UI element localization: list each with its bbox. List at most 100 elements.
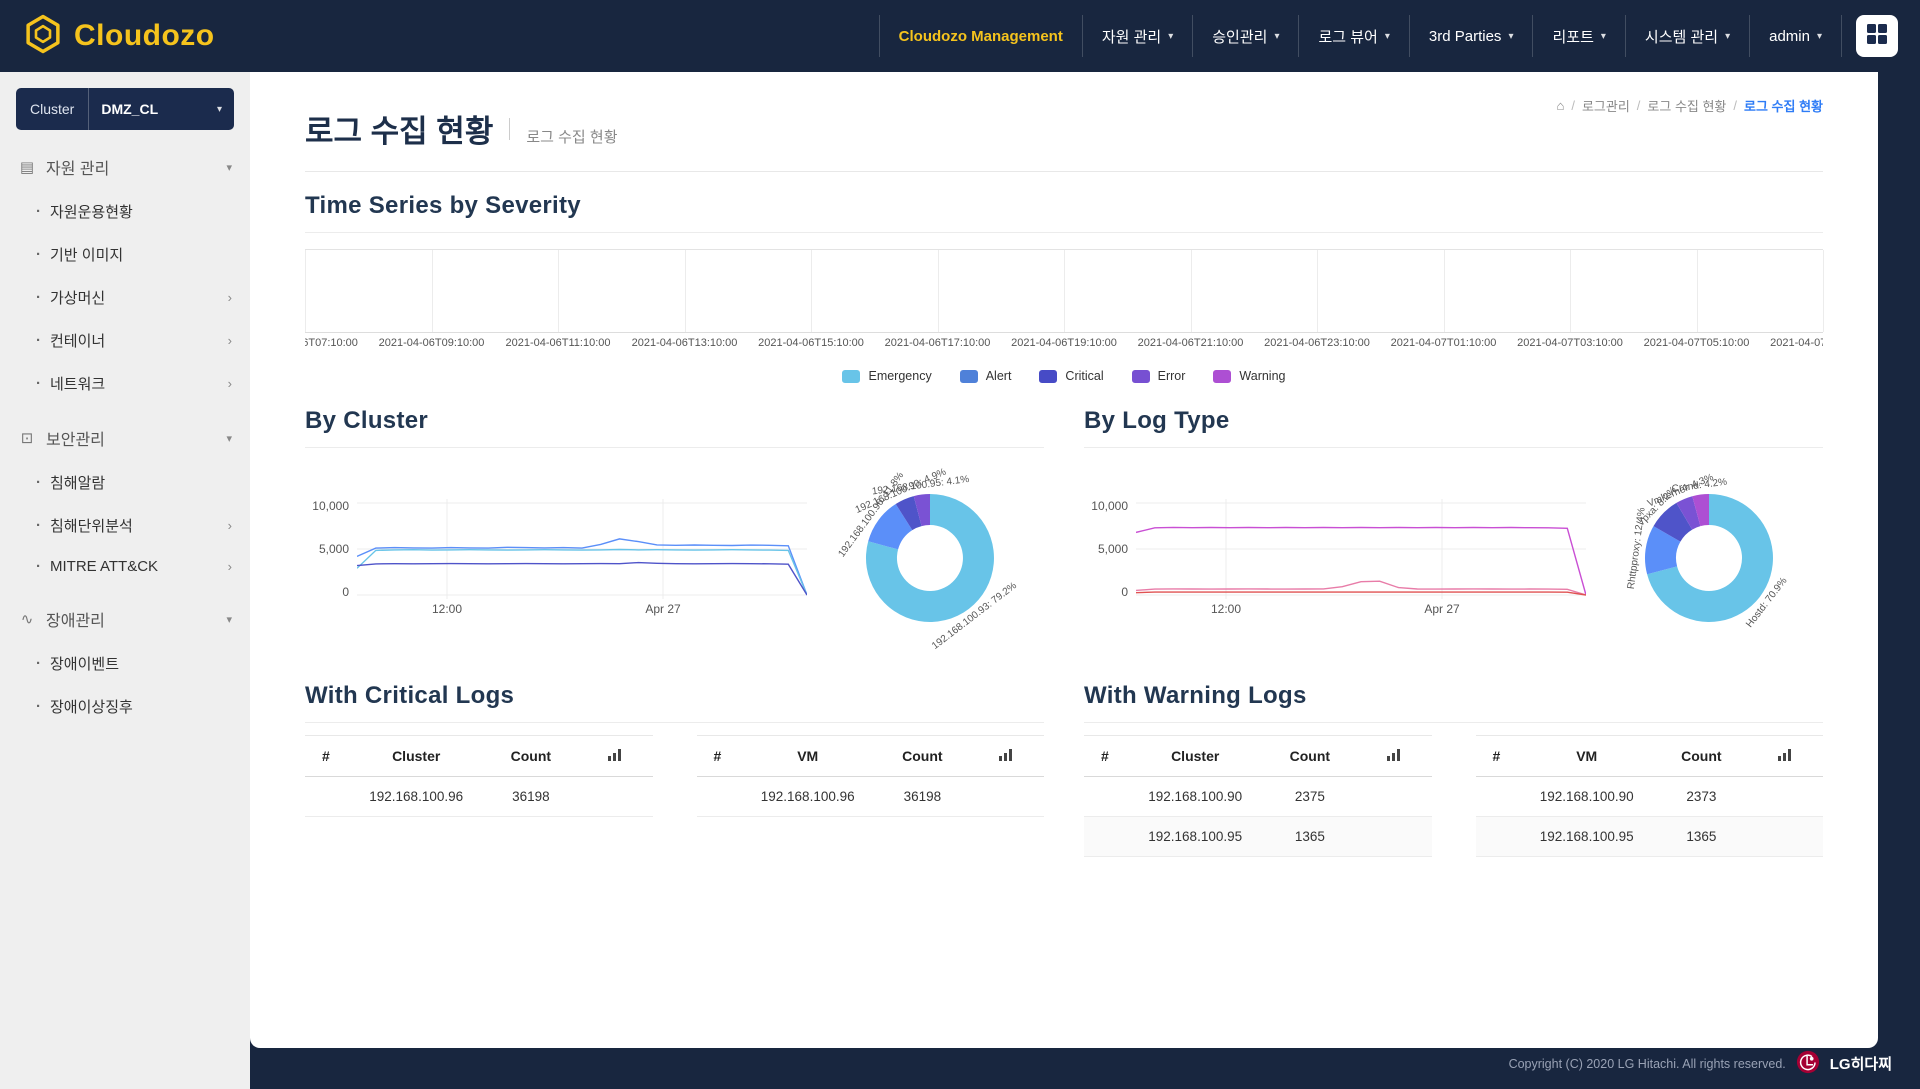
sidebar-item[interactable]: ·MITRE ATT&CK›	[0, 547, 250, 586]
sidebar-item[interactable]: ·기반 이미지	[0, 233, 250, 276]
table-cell: 1365	[1656, 817, 1746, 857]
sidebar-section-header[interactable]: ∿장애관리▾	[0, 596, 250, 642]
home-icon[interactable]: ⌂	[1556, 98, 1564, 113]
legend-swatch	[1213, 370, 1231, 383]
table-header-chart	[968, 736, 1044, 777]
bar-chart-icon[interactable]	[608, 749, 621, 761]
table-cell: 2375	[1265, 777, 1355, 817]
x-axis-labels: 12:00Apr 27	[1136, 599, 1586, 617]
gridline	[558, 250, 559, 332]
y-axis-tick: 5,000	[319, 542, 349, 556]
legend-item[interactable]: Error	[1132, 369, 1186, 383]
sidebar-section-header[interactable]: ⊡보안관리▾	[0, 415, 250, 461]
layers-icon: ▤	[18, 158, 36, 176]
x-axis-label: 2021-04-07T03:10:00	[1517, 337, 1623, 349]
table-header: Count	[1656, 736, 1746, 777]
nav-item-label: 자원 관리	[1102, 26, 1161, 47]
x-axis-label: 2021-04-06T21:10:00	[1138, 337, 1244, 349]
table-cell	[1084, 817, 1126, 857]
y-axis-tick: 10,000	[312, 499, 349, 513]
table-header: #	[305, 736, 347, 777]
table-header-chart	[1747, 736, 1823, 777]
cluster-line-svg	[357, 499, 807, 599]
apps-grid-icon	[1866, 23, 1888, 50]
table-cell: 1365	[1265, 817, 1355, 857]
x-axis-tick: 12:00	[432, 602, 462, 616]
nav-item[interactable]: 자원 관리▾	[1082, 15, 1192, 57]
nav-item[interactable]: 승인관리▾	[1192, 15, 1298, 57]
nav-item-label: 승인관리	[1212, 26, 1267, 47]
x-axis-label: 2021-04-06T11:10:00	[506, 337, 611, 349]
timeseries-section: Time Series by Severity 2021-04-06T07:10…	[305, 172, 1823, 383]
bar-chart-icon[interactable]	[1387, 749, 1400, 761]
nav-item[interactable]: 리포트▾	[1532, 15, 1624, 57]
breadcrumb-item[interactable]: 로그 수집 현황	[1744, 96, 1823, 115]
table-header: #	[697, 736, 739, 777]
sidebar-item-label: 장애이벤트	[50, 653, 119, 674]
bar-chart-icon[interactable]	[1778, 749, 1791, 761]
scan-icon: ⊡	[18, 429, 36, 447]
table-cell: 192.168.100.96	[738, 777, 877, 817]
table-cell: 192.168.100.90	[1126, 777, 1265, 817]
sidebar-item[interactable]: ·네트워크›	[0, 362, 250, 405]
title-divider	[509, 118, 510, 140]
x-axis-label: 2021-04-06T19:10:00	[1011, 337, 1117, 349]
nav-item[interactable]: Cloudozo Management	[879, 15, 1082, 57]
legend-swatch	[1039, 370, 1057, 383]
chevron-down-icon: ▾	[1508, 31, 1513, 42]
cluster-selector: Cluster DMZ_CL ▾	[16, 88, 234, 130]
nav-item[interactable]: admin▾	[1749, 15, 1842, 57]
legend-item[interactable]: Warning	[1213, 369, 1285, 383]
nav-item[interactable]: 3rd Parties▾	[1409, 15, 1533, 57]
cluster-line-chart: 10,0005,0000 12:00Apr 27	[305, 499, 807, 617]
table-cell	[968, 777, 1044, 817]
legend-item[interactable]: Alert	[960, 369, 1012, 383]
logs-table: #ClusterCount192.168.100.902375192.168.1…	[1084, 735, 1432, 857]
content-card: 로그 수집 현황 로그 수집 현황 ⌂/로그관리/로그 수집 현황/로그 수집 …	[250, 72, 1878, 1048]
legend-item[interactable]: Emergency	[842, 369, 931, 383]
table-cell	[576, 777, 652, 817]
legend-swatch	[1132, 370, 1150, 383]
breadcrumb-item[interactable]: 로그 수집 현황	[1647, 96, 1726, 115]
page-header: 로그 수집 현황 로그 수집 현황 ⌂/로그관리/로그 수집 현황/로그 수집 …	[305, 72, 1823, 172]
cluster-select[interactable]: DMZ_CL ▾	[88, 88, 234, 130]
legend-item[interactable]: Critical	[1039, 369, 1103, 383]
brand-logo[interactable]: Cloudozo	[22, 13, 215, 60]
table-cell: 36198	[486, 777, 576, 817]
bar-chart-icon[interactable]	[999, 749, 1012, 761]
sidebar-item[interactable]: · 장애이상징후	[0, 685, 250, 728]
table-cell	[1747, 777, 1823, 817]
sidebar-item[interactable]: ·장애이벤트	[0, 642, 250, 685]
sidebar-item[interactable]: ·침해알람	[0, 461, 250, 504]
gridline	[1823, 250, 1824, 332]
sidebar-item-label: 장애이상징후	[50, 696, 133, 717]
table-cell	[697, 777, 739, 817]
nav-item[interactable]: 로그 뷰어▾	[1298, 15, 1408, 57]
sidebar-item[interactable]: ·침해단위분석›	[0, 504, 250, 547]
bullet-icon: ·	[36, 375, 41, 392]
table-cell	[305, 777, 347, 817]
sidebar-section-header[interactable]: ▤자원 관리▾	[0, 144, 250, 190]
table-row: 192.168.100.9636198	[305, 777, 653, 817]
chevron-right-icon: ›	[228, 333, 232, 348]
nav-item[interactable]: 시스템 관리▾	[1625, 15, 1749, 57]
sidebar-item[interactable]: ·가상머신›	[0, 276, 250, 319]
warning-logs-section: With Warning Logs #ClusterCount192.168.1…	[1084, 662, 1823, 857]
page-footer: Copyright (C) 2020 LG Hitachi. All right…	[1509, 1050, 1892, 1077]
apps-grid-button[interactable]	[1856, 15, 1898, 57]
donut-label: Crond: 4.2%	[1671, 477, 1728, 495]
nav-item-label: 시스템 관리	[1645, 26, 1718, 47]
table-row: 192.168.100.951365	[1084, 817, 1432, 857]
bullet-icon: ·	[36, 698, 41, 715]
y-axis-tick: 10,000	[1091, 499, 1128, 513]
bullet-icon: ·	[36, 246, 41, 263]
table-header: Count	[877, 736, 967, 777]
chevron-right-icon: ›	[228, 518, 232, 533]
logs-table: #VMCount192.168.100.902373192.168.100.95…	[1476, 735, 1824, 857]
sidebar-item-label: 컨테이너	[50, 330, 105, 351]
legend-label: Critical	[1065, 369, 1103, 383]
nav-item-label: 로그 뷰어	[1318, 26, 1377, 47]
sidebar-item[interactable]: ·자원운용현황	[0, 190, 250, 233]
breadcrumb-item[interactable]: 로그관리	[1582, 96, 1630, 115]
sidebar-item[interactable]: ·컨테이너›	[0, 319, 250, 362]
